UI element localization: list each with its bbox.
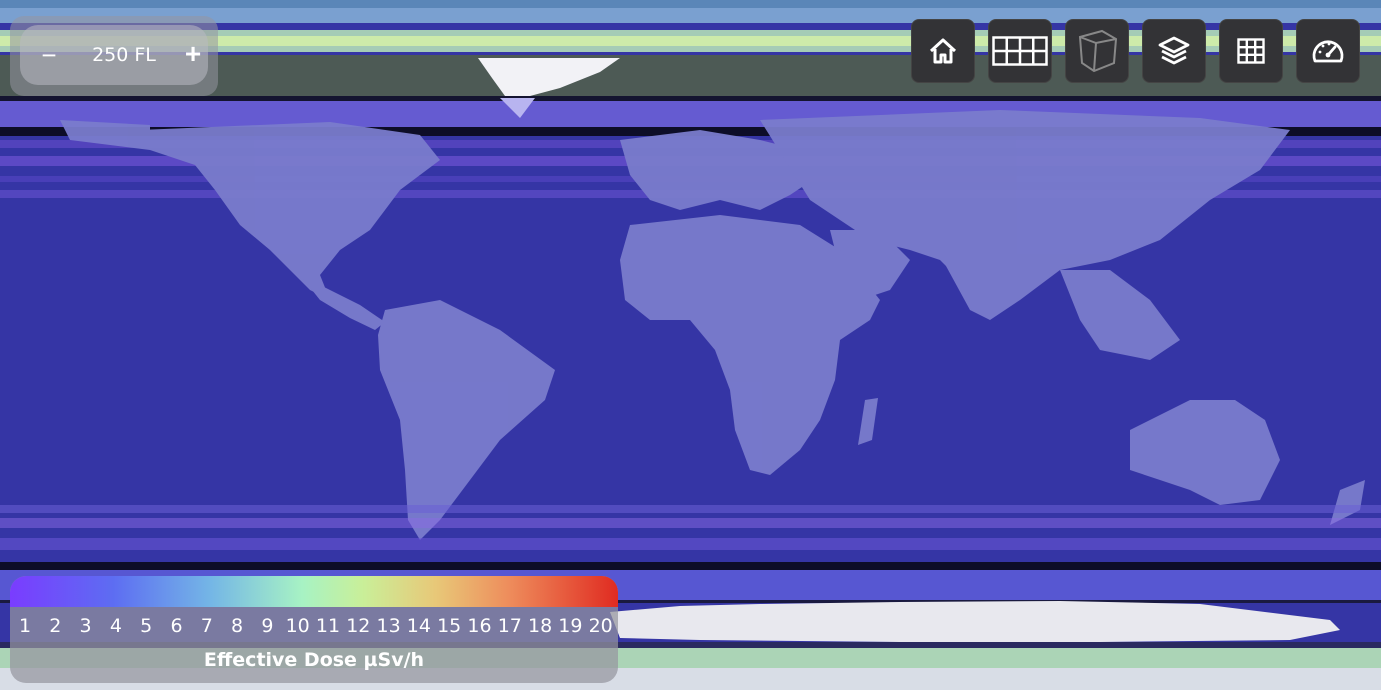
legend-tick-label: 2 bbox=[49, 615, 62, 637]
dark-line-1 bbox=[0, 96, 1381, 101]
legend-tick-label: 17 bbox=[497, 615, 522, 637]
layers-icon bbox=[1158, 36, 1190, 65]
legend-tick-label: 6 bbox=[170, 615, 183, 637]
3d-view-button[interactable] bbox=[1065, 19, 1129, 83]
legend-tick-label: 13 bbox=[376, 615, 401, 637]
legend-tick-labels: 1 2 3 4 5 6 7 8 9 10 11 12 13 14 15 16 17 18 19 20 bbox=[10, 614, 618, 640]
legend-tick-label: 4 bbox=[109, 615, 122, 637]
top-strip bbox=[0, 0, 1381, 8]
dose-legend: 1 2 3 4 5 6 7 8 9 10 11 12 13 14 15 16 17 18 19 20 Effectiv… bbox=[10, 576, 618, 683]
wide-grid-icon bbox=[992, 36, 1048, 66]
altitude-control-inner: − 250 FL + bbox=[20, 25, 208, 85]
legend-tick-label: 1 bbox=[18, 615, 32, 637]
legend-tick-label: 11 bbox=[315, 615, 341, 637]
legend-tick-label: 20 bbox=[588, 615, 613, 637]
home-icon bbox=[929, 38, 957, 64]
legend-tick-label: 9 bbox=[261, 615, 274, 637]
grid-button[interactable] bbox=[1219, 19, 1283, 83]
legend-color-bar bbox=[10, 576, 618, 607]
legend-tick-label: 15 bbox=[437, 615, 462, 637]
legend-tick-label: 3 bbox=[79, 615, 92, 637]
legend-tick-label: 8 bbox=[231, 615, 244, 637]
legend-tick-label: 16 bbox=[467, 615, 492, 637]
altitude-value: 250 FL bbox=[92, 44, 156, 66]
legend-tick-label: 12 bbox=[346, 615, 371, 637]
legend-tick-label: 5 bbox=[140, 615, 153, 637]
layers-button[interactable] bbox=[1142, 19, 1206, 83]
cube-icon bbox=[1078, 29, 1118, 73]
legend-tick-label: 14 bbox=[406, 615, 431, 637]
decrease-altitude-button[interactable]: − bbox=[34, 39, 64, 71]
grid-icon bbox=[1237, 38, 1265, 64]
increase-altitude-button[interactable]: + bbox=[178, 38, 208, 70]
legend-tick-label: 10 bbox=[285, 615, 310, 637]
legend-tick-label: 19 bbox=[558, 615, 583, 637]
legend-title: Effective Dose µSv/h bbox=[203, 649, 425, 671]
legend-tick-label: 18 bbox=[528, 615, 553, 637]
gauge-icon bbox=[1312, 40, 1344, 63]
legend-tick-label: 7 bbox=[200, 615, 213, 637]
grid-wide-button[interactable] bbox=[988, 19, 1052, 83]
altitude-control: − 250 FL + bbox=[10, 16, 218, 96]
dashboard-button[interactable] bbox=[1296, 19, 1360, 83]
home-button[interactable] bbox=[911, 19, 975, 83]
